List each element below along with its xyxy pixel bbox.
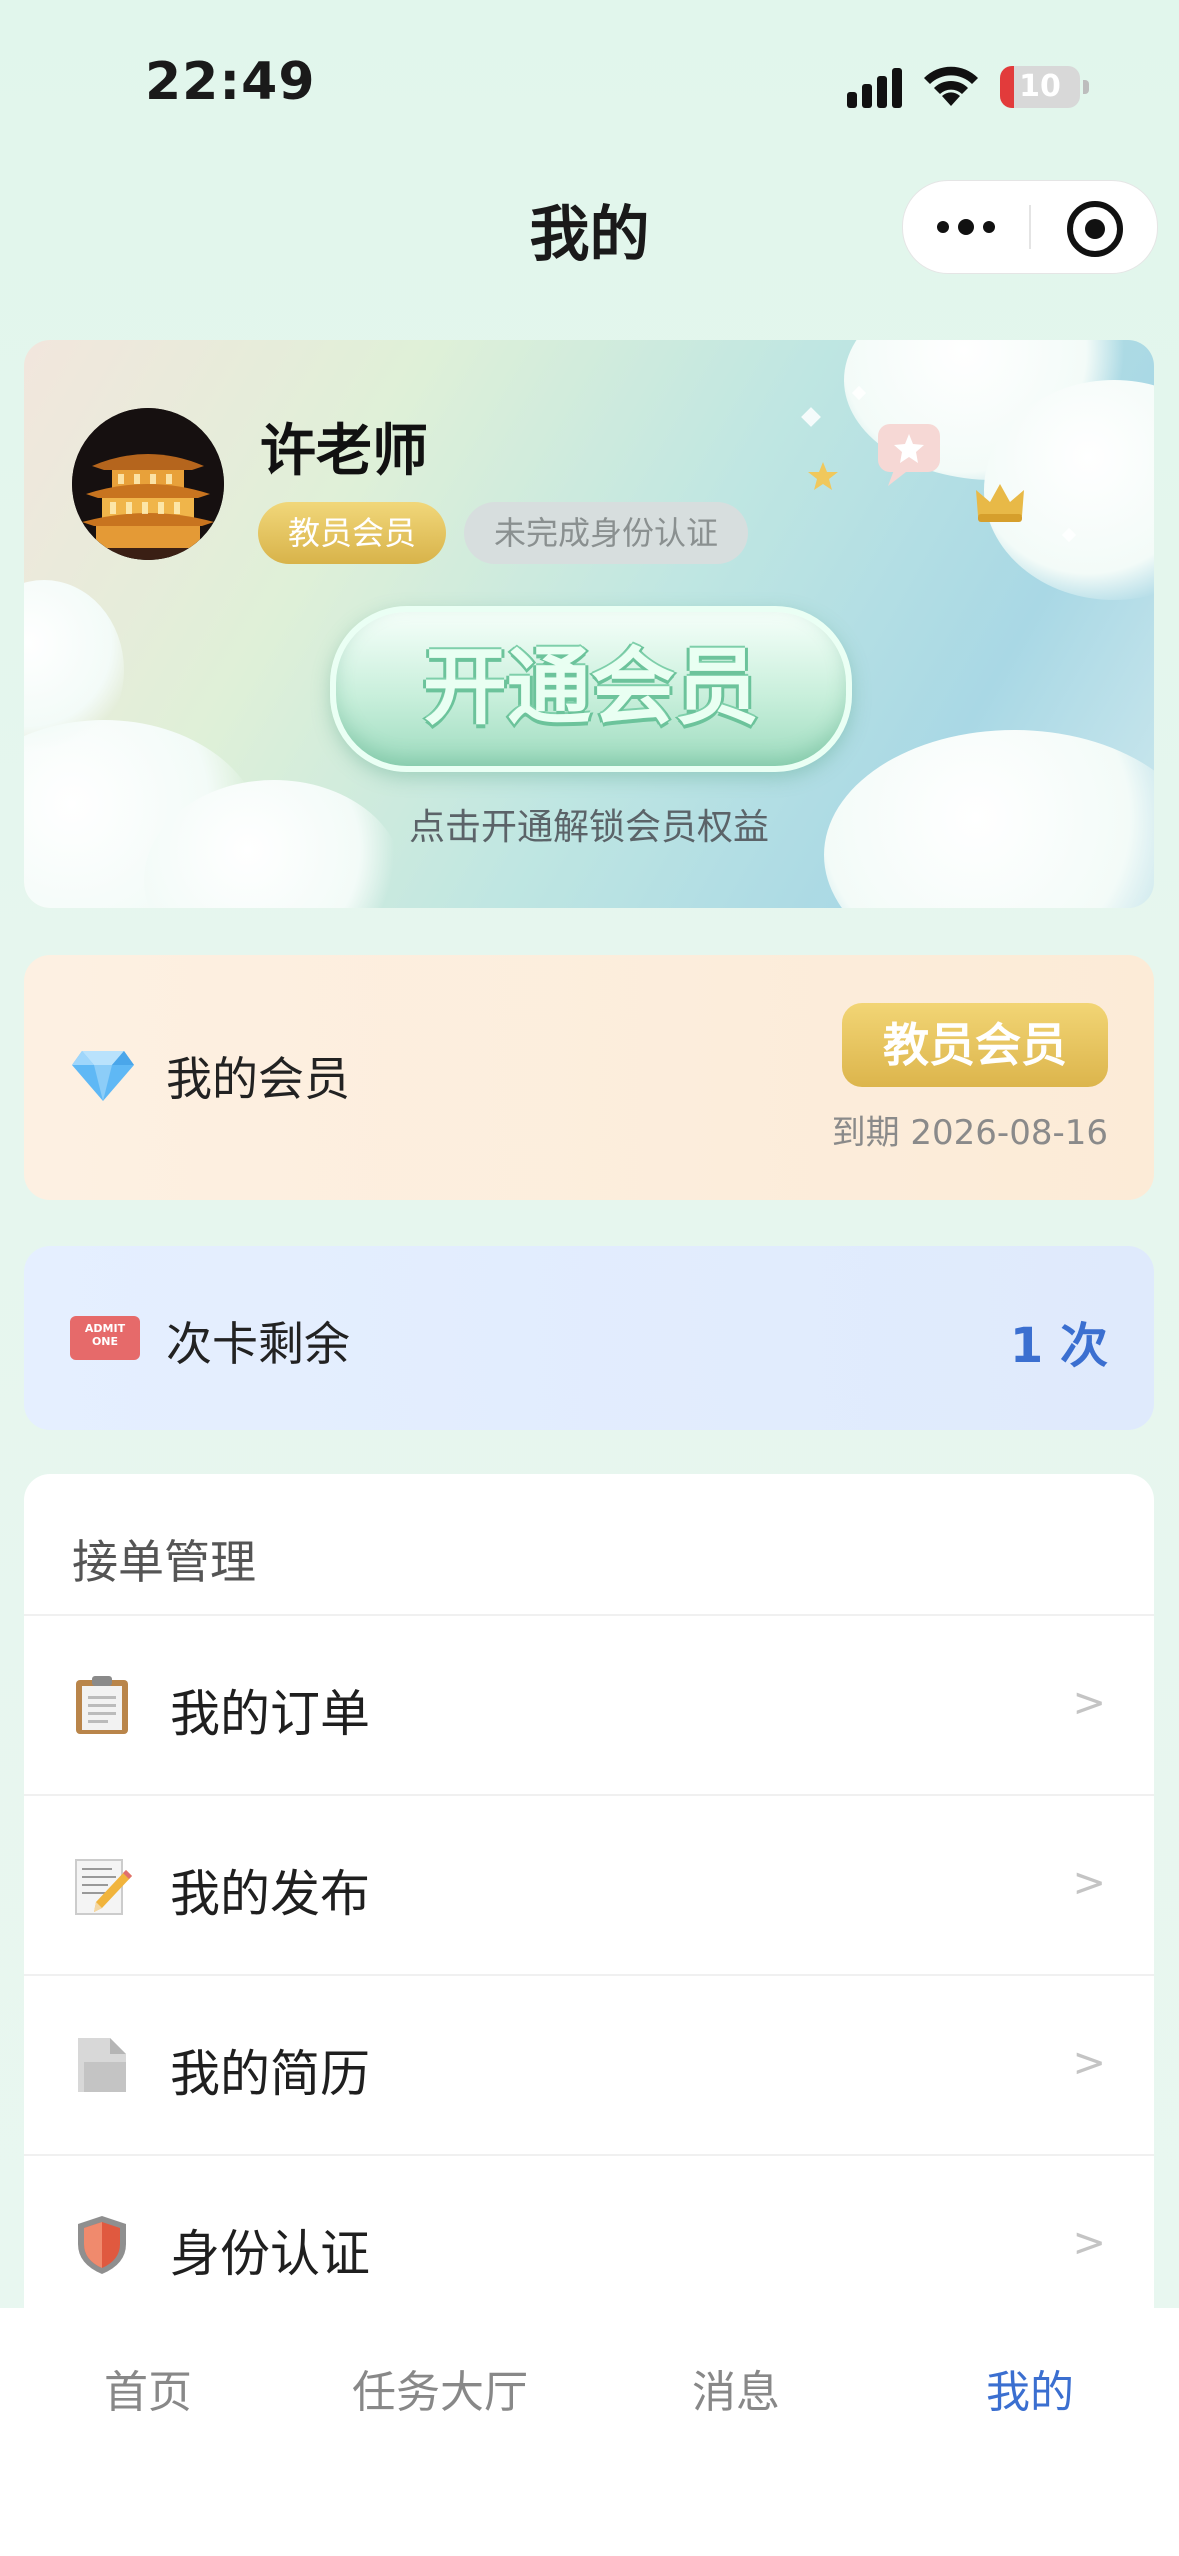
list-item-label: 我的订单 [170,1685,370,1743]
small-star-icon [808,462,838,490]
document-icon [78,2038,126,2092]
member-level-badge: 教员会员 [842,1003,1108,1087]
tab-home[interactable]: 首页 [104,2356,192,2420]
chevron-right-icon: > [1072,2220,1106,2266]
star-bubble-icon [878,424,940,486]
card-count-value: 1 次 [1009,1318,1108,1374]
close-target-icon[interactable] [1067,201,1123,257]
bottom-tab-bar: 首页 任务大厅 消息 我的 [0,2308,1179,2556]
verify-status-badge[interactable]: 未完成身份认证 [464,502,749,564]
list-item-label: 身份认证 [170,2225,370,2283]
cellular-signal-icon [847,68,902,108]
clipboard-icon [76,1676,128,1734]
unlock-hint: 点击开通解锁会员权益 [408,807,769,848]
mini-program-capsule [902,180,1158,274]
chevron-right-icon: > [1072,1680,1106,1726]
diamond-icon [72,1051,134,1101]
battery-level: 10 [1019,69,1061,104]
profile-banner: 许老师 教员会员 未完成身份认证 开通会员 点击开通解锁会员权益 [24,340,1154,908]
member-badge: 教员会员 [258,502,447,564]
pavilion-icon [72,408,224,560]
card-count-label: 次卡剩余 [166,1317,350,1371]
memo-icon [75,1859,132,1915]
card-count-card[interactable]: ADMIT ONE 次卡剩余 1 次 [24,1246,1154,1430]
list-item-my-resume[interactable]: 我的简历 > [24,1974,1154,2156]
user-name: 许老师 [260,419,428,484]
list-item-label: 我的简历 [170,2045,370,2103]
list-item-my-posts[interactable]: 我的发布 > [24,1794,1154,1976]
tab-messages[interactable]: 消息 [692,2356,780,2420]
member-expiry: 到期 2026-08-16 [831,1113,1108,1153]
member-label: 我的会员 [166,1052,350,1106]
list-item-my-orders[interactable]: 我的订单 > [24,1614,1154,1796]
more-icon[interactable] [903,181,1029,273]
ticket-text: ADMIT ONE [84,1322,126,1348]
tab-task-hall[interactable]: 任务大厅 [352,2356,528,2420]
order-management-section: 接单管理 我的订单 > 我的发布 > 我的简历 > 身份认证 > [24,1474,1154,2374]
battery-icon: 10 [1000,66,1089,108]
status-time: 22:49 [145,52,316,112]
chevron-right-icon: > [1072,2040,1106,2086]
section-title: 接单管理 [72,1535,256,1589]
avatar[interactable] [72,408,224,560]
my-membership-card[interactable]: 我的会员 教员会员 到期 2026-08-16 [24,955,1154,1200]
open-membership-button[interactable]: 开通会员 [330,606,852,772]
wifi-icon [924,66,978,106]
crown-icon [976,484,1024,522]
ticket-icon: ADMIT ONE [70,1316,140,1360]
tab-mine[interactable]: 我的 [986,2356,1074,2420]
chevron-right-icon: > [1072,1860,1106,1906]
list-item-label: 我的发布 [170,1865,370,1923]
shield-icon [78,2216,126,2274]
